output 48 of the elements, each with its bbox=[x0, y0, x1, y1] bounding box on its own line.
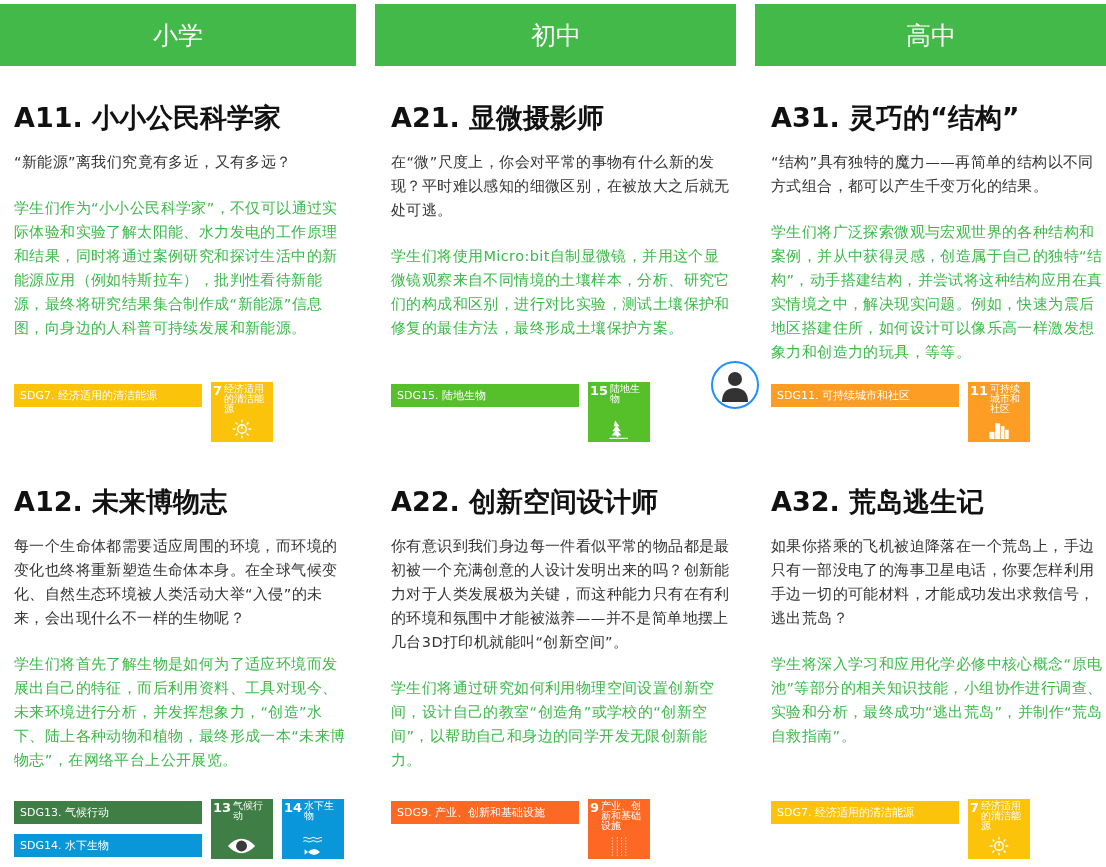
fish-icon bbox=[302, 836, 324, 856]
sdg-tile-label: 可持续城市和社区 bbox=[990, 384, 1022, 414]
level-header: 小学 bbox=[0, 4, 356, 66]
sdg-label: SDG7. 经济适用的清洁能源 bbox=[771, 801, 959, 824]
project-question: 每一个生命体都需要适应周围的环境，而环境的变化也终将重新塑造生命体本身。在全球气候变化、自然生态环境被人类活动大举“入侵”的未来，会出现什么不一样的生物呢？ bbox=[14, 537, 339, 628]
project-title: A21. 显微摄影师 bbox=[391, 101, 606, 135]
sdg-label: SDG13. 气候行动 bbox=[14, 801, 202, 824]
sun-icon bbox=[232, 419, 252, 439]
project-title: A11. 小小公民科学家 bbox=[14, 101, 283, 135]
project-description: 学生们将首先了解生物是如何为了适应环境而发展出自己的特征，而后利用资料、工具对现今、未来环境进行分析，并发挥想象力，“创造”水下、陆上各种动物和植物，最终形成一本“未来博物志”，在网络平台上公开展览。 bbox=[14, 655, 347, 770]
project-question: “新能源”离我们究竟有多近，又有多远？ bbox=[14, 153, 293, 172]
project-question: 在“微”尺度上，你会对平常的事物有什么新的发现？平时难以感知的细微区别，在被放大之后就无处可逃。 bbox=[391, 153, 731, 220]
sdg-tile-label: 经济适用的清洁能源 bbox=[981, 801, 1023, 831]
sdg-number: 15 bbox=[590, 384, 609, 397]
sdg-label: SDG7. 经济适用的清洁能源 bbox=[14, 384, 202, 407]
project-description: 学生将深入学习和应用化学必修中核心概念“原电池”等部分的相关知识技能，小组协作进行调查、实验和分析，最终成功“逃出荒岛”，并制作“荒岛自救指南”。 bbox=[771, 655, 1103, 746]
sdg-label: SDG14. 水下生物 bbox=[14, 834, 202, 857]
sdg-label: SDG15. 陆地生物 bbox=[391, 384, 579, 407]
level-header: 初中 bbox=[375, 4, 736, 66]
sdg-number: 9 bbox=[590, 801, 600, 814]
sdg-number: 11 bbox=[970, 384, 989, 397]
sdg-number: 13 bbox=[213, 801, 232, 814]
eye-icon bbox=[227, 836, 257, 856]
sdg-number: 14 bbox=[284, 801, 303, 814]
project-description: 学生们将使用Micro:bit自制显微镜，并用这个显微镜观察来自不同情境的土壤样本，分析、研究它们的构成和区别，进行对比实验，测试土壤保护和修复的最佳方法，最终形成土壤保护方案。 bbox=[391, 247, 731, 338]
project-description: 学生们将广泛探索微观与宏观世界的各种结构和案例，并从中获得灵感，创造属于自己的独特“结构”，动手搭建结构，并尝试将这种结构应用在真实情境之中，解决现实问题。例如，快速为震后地区搭建住所，如何设计可以像乐高一样激发想象力和创造力的玩具，等等。 bbox=[771, 223, 1103, 362]
sdg-tile-label: 产业、创新和基础设施 bbox=[601, 801, 643, 831]
project-question: 你有意识到我们身边每一件看似平常的物品都是最初被一个充满创意的人设计发明出来的吗？创新能力对于人类发展极为关键，而这种能力只有在有利的环境和氛围中才能被滋养——并不是简单地摆上几台3D打印机就能叫“创新空间”。 bbox=[391, 537, 731, 652]
sdg-number: 7 bbox=[970, 801, 980, 814]
project-title: A12. 未来博物志 bbox=[14, 485, 229, 519]
sun-icon bbox=[989, 836, 1009, 856]
project-question: “结构”具有独特的魔力——再简单的结构以不同方式组合，都可以产生千变万化的结果。 bbox=[771, 153, 1095, 196]
project-title: A31. 灵巧的“结构” bbox=[771, 101, 1021, 135]
tree-icon bbox=[608, 419, 630, 439]
sdg-tile-label: 水下生物 bbox=[304, 801, 336, 821]
avatar-icon bbox=[710, 360, 760, 410]
level-header: 高中 bbox=[755, 4, 1106, 66]
sdg-number: 7 bbox=[213, 384, 223, 397]
project-description: 学生们将通过研究如何利用物理空间设置创新空间，设计自己的教室“创造角”或学校的“创新空间”，以帮助自己和身边的同学开发无限创新能力。 bbox=[391, 679, 716, 770]
project-description: 学生们作为“小小公民科学家”，不仅可以通过实际体验和实验了解太阳能、水力发电的工作原理和结果，同时将通过案例研究和探讨生活中的新能源应用（例如特斯拉车），批判性看待新能源，最终将研究结果集合制作成“新能源”信息图，向身边的人科普可持续发展和新能源。 bbox=[14, 199, 339, 338]
project-title: A32. 荒岛逃生记 bbox=[771, 485, 986, 519]
project-question: 如果你搭乘的飞机被迫降落在一个荒岛上，手边只有一部没电了的海事卫星电话，你要怎样利用手边一切的可能材料，才能成功发出求救信号，逃出荒岛？ bbox=[771, 537, 1096, 628]
sdg-label: SDG11. 可持续城市和社区 bbox=[771, 384, 959, 407]
sdg-tile-label: 气候行动 bbox=[233, 801, 265, 821]
sdg-tile-label: 经济适用的清洁能源 bbox=[224, 384, 266, 414]
sdg-label: SDG9. 产业、创新和基础设施 bbox=[391, 801, 579, 824]
project-title: A22. 创新空间设计师 bbox=[391, 485, 660, 519]
sdg-tile-label: 陆地生物 bbox=[610, 384, 642, 404]
